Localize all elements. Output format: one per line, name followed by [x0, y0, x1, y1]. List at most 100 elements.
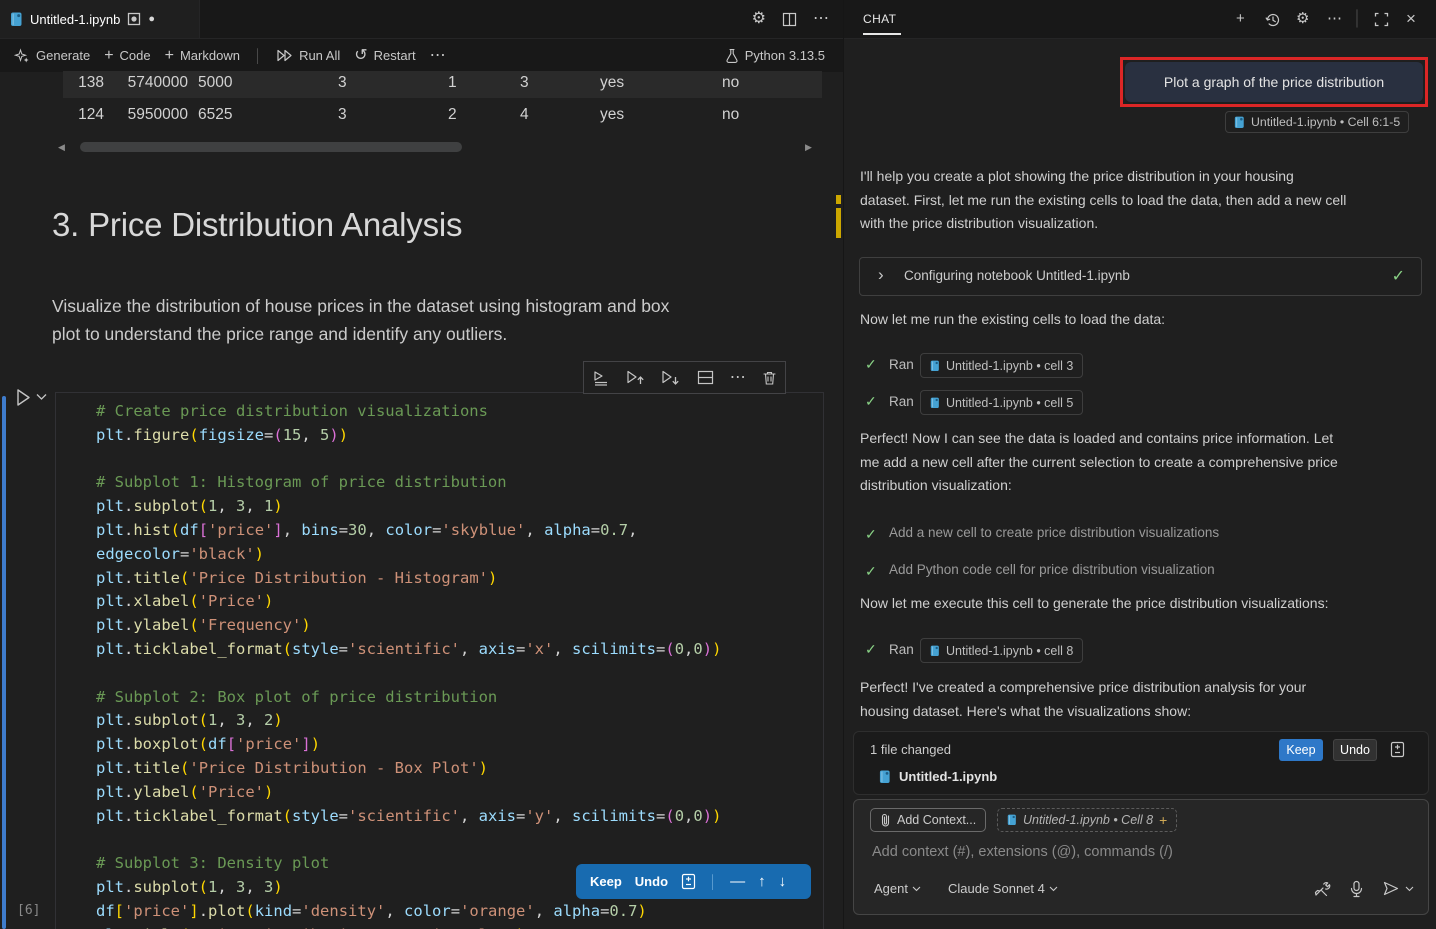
run-all-icon: [276, 48, 293, 63]
ipynb-file-icon: [10, 12, 23, 27]
cell-more-icon[interactable]: ⋯: [730, 370, 746, 386]
execution-count: [6]: [17, 903, 40, 918]
more-actions-icon[interactable]: ⋯: [813, 11, 829, 27]
toolbar-more-icon[interactable]: ⋯: [430, 48, 446, 64]
code-line[interactable]: plt.title('Price Distribution - Histogra…: [96, 567, 721, 591]
split-editor-icon[interactable]: [782, 12, 797, 27]
add-markdown-button[interactable]: + Markdown: [165, 48, 240, 64]
code-editor[interactable]: # Create price distribution visualizatio…: [96, 400, 721, 929]
delete-cell-icon[interactable]: [762, 370, 777, 386]
undo-all-button[interactable]: Undo: [1333, 739, 1377, 761]
user-message-text: Plot a graph of the price distribution: [1164, 74, 1384, 90]
code-line[interactable]: df['price'].plot(kind='density', color='…: [96, 900, 721, 924]
split-cell-icon[interactable]: [697, 370, 714, 385]
code-line[interactable]: plt.title('Price Distribution - Box Plot…: [96, 757, 721, 781]
plus-icon: +: [104, 48, 113, 64]
context-chip-cell8[interactable]: Untitled-1.ipynb • Cell 8 +: [997, 808, 1177, 832]
run-cell-icon[interactable]: [14, 387, 33, 408]
code-line[interactable]: # Subplot 1: Histogram of price distribu…: [96, 471, 721, 495]
gear-icon[interactable]: ⚙: [752, 11, 766, 27]
code-line[interactable]: [96, 662, 721, 686]
vscode-window: Untitled-1.ipynb ● ⚙ ⋯ Generate + Code +: [0, 0, 1436, 929]
history-icon[interactable]: [1265, 12, 1281, 28]
config-step-expander[interactable]: › Configuring notebook Untitled-1.ipynb …: [859, 257, 1422, 296]
run-below-icon[interactable]: [661, 369, 680, 386]
close-panel-icon[interactable]: ×: [1406, 10, 1416, 28]
maximize-panel-icon[interactable]: [1374, 12, 1389, 27]
check-icon: ✓: [865, 641, 877, 658]
user-context-badge[interactable]: Untitled-1.ipynb • Cell 6:1-5: [1225, 111, 1409, 133]
code-line[interactable]: plt.boxplot(df['price']): [96, 733, 721, 757]
toolbar-separator: │: [254, 48, 262, 63]
run-all-button[interactable]: Run All: [276, 48, 340, 63]
changed-file-row[interactable]: Untitled-1.ipynb: [879, 769, 997, 784]
code-line[interactable]: plt.title('Price Distribution - Density …: [96, 924, 721, 929]
code-line[interactable]: plt.ticklabel_format(style='scientific',…: [96, 805, 721, 829]
changed-file-name: Untitled-1.ipynb: [899, 769, 997, 784]
code-line[interactable]: plt.subplot(1, 3, 2): [96, 709, 721, 733]
code-line[interactable]: [96, 828, 721, 852]
tab-chat[interactable]: CHAT: [863, 12, 896, 26]
table-cell: 124: [64, 106, 104, 124]
code-line[interactable]: plt.ticklabel_format(style='scientific',…: [96, 638, 721, 662]
ran-label: Ran: [889, 394, 914, 409]
code-line[interactable]: plt.figure(figsize=(15, 5)): [96, 424, 721, 448]
code-line[interactable]: # Create price distribution visualizatio…: [96, 400, 721, 424]
run-dropdown-chevron-icon[interactable]: [36, 393, 47, 401]
restart-button[interactable]: ↺ Restart: [354, 48, 415, 64]
code-line[interactable]: plt.subplot(1, 3, 1): [96, 495, 721, 519]
horizontal-scrollbar-thumb[interactable]: [80, 142, 462, 152]
new-chat-icon[interactable]: +: [1236, 10, 1245, 28]
next-change-icon[interactable]: ↓: [779, 873, 787, 890]
scroll-right-icon[interactable]: ▶: [805, 142, 812, 153]
code-line[interactable]: plt.hist(df['price'], bins=30, color='sk…: [96, 519, 721, 543]
kernel-picker[interactable]: Python 3.13.5: [725, 48, 825, 64]
ipynb-file-icon: [930, 397, 940, 409]
mode-dropdown[interactable]: Agent: [874, 881, 921, 896]
mic-icon[interactable]: [1349, 880, 1364, 898]
run-all-label: Run All: [299, 48, 340, 63]
chat-input-placeholder[interactable]: Add context (#), extensions (@), command…: [872, 844, 1173, 860]
ran-cell-row: ✓ Ran Untitled-1.ipynb • cell 3: [844, 353, 1436, 379]
add-code-button[interactable]: + Code: [104, 48, 150, 64]
assistant-text: Now let me run the existing cells to loa…: [860, 311, 1165, 327]
execute-cells-icon[interactable]: [592, 370, 610, 386]
send-options-chevron-icon[interactable]: [1405, 886, 1414, 892]
send-icon[interactable]: [1382, 880, 1400, 897]
paragraph-line: Perfect! I've created a comprehensive pr…: [860, 676, 1426, 700]
keep-button[interactable]: Keep: [590, 874, 622, 889]
generate-button[interactable]: Generate: [14, 48, 90, 64]
ran-cell-badge[interactable]: Untitled-1.ipynb • cell 3: [920, 353, 1083, 378]
undo-button[interactable]: Undo: [635, 874, 668, 889]
model-label: Claude Sonnet 4: [948, 881, 1045, 896]
ran-cell-badge[interactable]: Untitled-1.ipynb • cell 8: [920, 638, 1083, 663]
code-line[interactable]: # Subplot 2: Box plot of price distribut…: [96, 686, 721, 710]
add-context-button[interactable]: Add Context...: [870, 808, 986, 832]
code-line[interactable]: [96, 448, 721, 472]
previous-change-icon[interactable]: ↑: [758, 873, 766, 890]
tab-untitled-1-ipynb[interactable]: Untitled-1.ipynb ●: [0, 0, 200, 38]
gear-icon[interactable]: ⚙: [1296, 10, 1309, 28]
chat-input-container[interactable]: Add Context... Untitled-1.ipynb • Cell 8…: [853, 799, 1429, 915]
more-icon[interactable]: ⋯: [1327, 10, 1342, 28]
ran-cell-badge[interactable]: Untitled-1.ipynb • cell 5: [920, 390, 1083, 415]
check-icon: ✓: [865, 563, 877, 580]
plus-icon[interactable]: +: [1159, 812, 1167, 828]
scroll-left-icon[interactable]: ◀: [58, 142, 65, 153]
collapse-icon[interactable]: —: [730, 873, 745, 890]
code-line[interactable]: plt.ylabel('Frequency'): [96, 614, 721, 638]
view-all-edits-icon[interactable]: [1390, 741, 1405, 758]
model-dropdown[interactable]: Claude Sonnet 4: [948, 881, 1058, 896]
notebook-preview-icon[interactable]: [127, 12, 141, 26]
editor-tab-bar: Untitled-1.ipynb ● ⚙ ⋯: [0, 0, 843, 39]
tools-icon[interactable]: [1313, 880, 1331, 898]
code-line[interactable]: plt.ylabel('Price'): [96, 781, 721, 805]
code-line[interactable]: edgecolor='black'): [96, 543, 721, 567]
run-above-icon[interactable]: [626, 369, 645, 386]
chevron-down-icon: [1049, 886, 1058, 892]
view-changes-icon[interactable]: [681, 873, 696, 890]
code-line[interactable]: plt.xlabel('Price'): [96, 590, 721, 614]
keep-all-button[interactable]: Keep: [1279, 739, 1323, 761]
restart-label: Restart: [374, 48, 416, 63]
modified-dot-icon[interactable]: ●: [148, 14, 155, 25]
